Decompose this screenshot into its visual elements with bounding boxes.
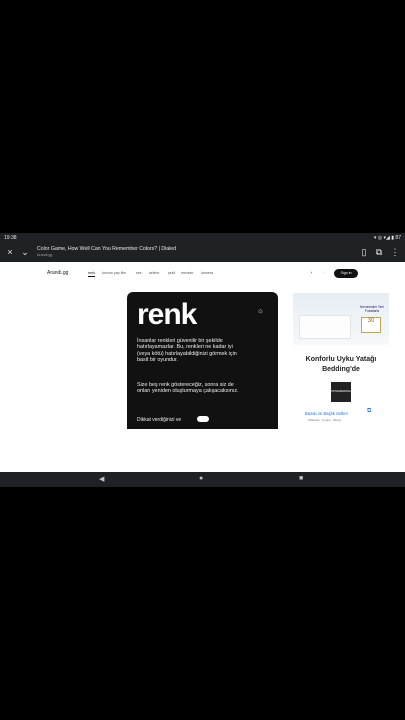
ad-subtext: Alfabetik · Uygun · Bütçe (308, 418, 342, 422)
sign-in-button[interactable]: Sign in (334, 269, 358, 278)
card-footer-text: Dikkat verdiğinizi ve (137, 417, 182, 423)
ad-logo[interactable]: HOTELBEDDING (331, 382, 351, 402)
status-time: 19:38 (4, 235, 17, 241)
back-icon[interactable]: ◀ (99, 475, 104, 483)
translate-icon[interactable]: ⧉ (373, 246, 385, 258)
nav-item-renk[interactable]: renk (88, 271, 95, 277)
settings-gear-icon[interactable]: ☼ (257, 306, 264, 315)
ad-badge: 30 (361, 317, 381, 333)
status-icons: ▾ ◎ ▾◢ ▮ 87 (373, 235, 401, 241)
more-menu-icon[interactable]: ⋮ (389, 246, 401, 258)
settings-icon[interactable]: ◌ (321, 270, 327, 276)
card-title: renk (137, 298, 197, 331)
bookmark-icon[interactable]: ▯ (358, 246, 370, 258)
site-logo[interactable]: Arandi.gg (47, 270, 68, 276)
ad-link[interactable]: Bazalı ve Başlık Setleri (305, 411, 348, 416)
page-url: Arandi.gg (37, 253, 53, 257)
system-nav-bar: ◀ ● ■ (0, 472, 405, 487)
nav-item-kelime[interactable]: kelime (149, 271, 159, 275)
page-title: Color Game, How Well Can You Remember Co… (37, 246, 177, 252)
ad-image[interactable]: Nevresimler Yeni Fırsatlarla 30 (293, 293, 389, 345)
toggle-pill[interactable] (197, 416, 209, 422)
bedding-graphic (299, 315, 351, 339)
theme-icon[interactable]: ◐ (309, 270, 315, 276)
game-card: renk ☼ İnsanlar renkleri güvenilir bir ş… (127, 292, 278, 429)
close-icon[interactable]: × (4, 246, 16, 258)
nav-item-kamera[interactable]: kamera (201, 271, 213, 275)
card-instructions: Size beş renk göstereceğiz, sonra siz de… (137, 382, 239, 395)
status-bar: 19:38 ▾ ◎ ▾◢ ▮ 87 (0, 233, 405, 243)
nav-item-ses[interactable]: ses (136, 271, 142, 275)
nav-item-mevsim[interactable]: mevsim (181, 271, 193, 275)
home-icon[interactable]: ● (199, 475, 203, 482)
external-link-icon[interactable]: ⧉ (367, 408, 371, 415)
advertisement[interactable]: Nevresimler Yeni Fırsatlarla 30 Konforlu… (293, 293, 389, 429)
web-page: Arandi.gg renk konum yap film ses kelime… (0, 262, 405, 429)
chevron-down-icon[interactable]: ⌄ (19, 246, 31, 258)
browser-toolbar: × ⌄ Color Game, How Well Can You Remembe… (0, 243, 405, 262)
nav-item-sekil[interactable]: şekil (168, 271, 175, 275)
page-lower-area (0, 429, 405, 472)
recents-icon[interactable]: ■ (299, 475, 303, 482)
nav-item-film[interactable]: konum yap film (102, 271, 126, 275)
card-intro: İnsanlar renkleri güvenilir bir şekilde … (137, 338, 237, 364)
site-nav: Arandi.gg renk konum yap film ses kelime… (0, 262, 405, 284)
ad-heading[interactable]: Konforlu Uyku Yatağı Bedding'de (297, 355, 385, 375)
ad-tagline: Nevresimler Yeni Fırsatlarla (360, 305, 384, 313)
